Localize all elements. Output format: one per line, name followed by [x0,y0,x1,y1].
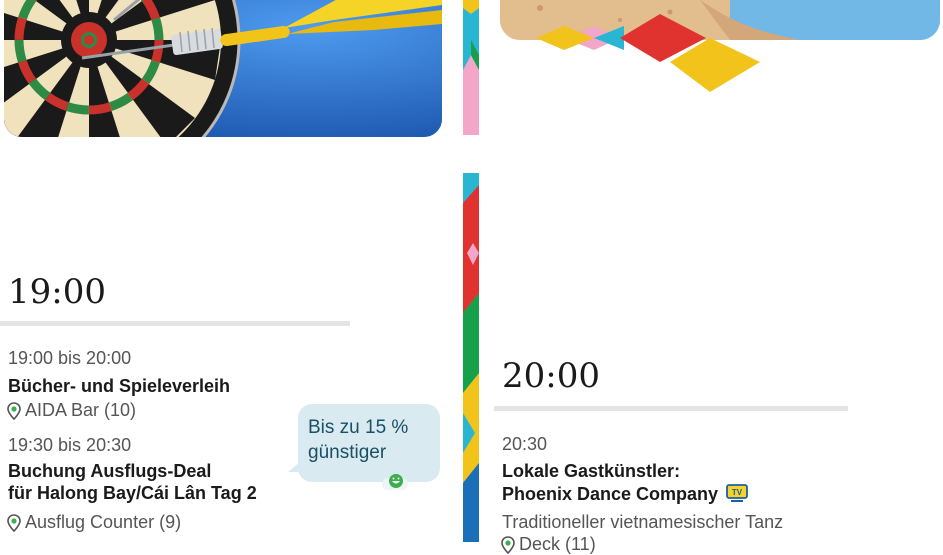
svg-text:TV: TV [732,488,743,497]
event-location-label: Ausflug Counter (9) [25,512,182,532]
decorative-stripe-bottom [463,173,479,542]
event-location: Deck (11) [500,534,596,555]
section-divider [0,321,350,326]
event-title-line-1[interactable]: Buchung Ausflugs-Deal [8,460,211,482]
map-pin-icon [7,401,21,420]
bubble-tail [288,462,300,472]
time-heading-20: 20:00 [502,356,600,396]
smiley-icon [389,474,403,488]
discount-bubble[interactable]: Bis zu 15 % günstiger [288,404,440,490]
discount-line-1: Bis zu 15 % [308,417,409,438]
event-time: 19:00 bis 20:00 [8,348,132,368]
time-heading-19: 19:00 [8,272,106,312]
discount-line-2: günstiger [308,442,387,463]
section-divider [494,406,848,411]
dartboard-illustration [4,0,442,137]
event-location: Ausflug Counter (9) [6,512,181,533]
tv-icon: TV [726,484,748,502]
event-time: 19:30 bis 20:30 [8,435,132,455]
map-pin-icon [7,513,21,532]
map-pin-icon [501,535,515,554]
event-time: 20:30 [502,434,548,454]
discount-text: Bis zu 15 % günstiger [308,415,408,465]
decorative-stripe-top [463,0,479,135]
decorative-diamonds [536,14,760,92]
event-title-line-2[interactable]: Phoenix Dance Company [502,484,718,504]
event-title-line-2[interactable]: für Halong Bay/Cái Lân Tag 2 [8,482,257,504]
event-title-line-1[interactable]: Lokale Gastkünstler: [502,460,680,482]
event-location-label: Deck (11) [519,534,596,554]
event-location: AIDA Bar (10) [6,400,136,421]
event-location-label: AIDA Bar (10) [25,400,137,420]
darts-photo [4,0,442,137]
event-title-line-2-wrap[interactable]: Phoenix Dance Company TV [502,483,749,505]
event-subtitle: Traditioneller vietnamesischer Tanz [502,512,784,532]
event-title[interactable]: Bücher- und Spieleverleih [8,375,230,397]
